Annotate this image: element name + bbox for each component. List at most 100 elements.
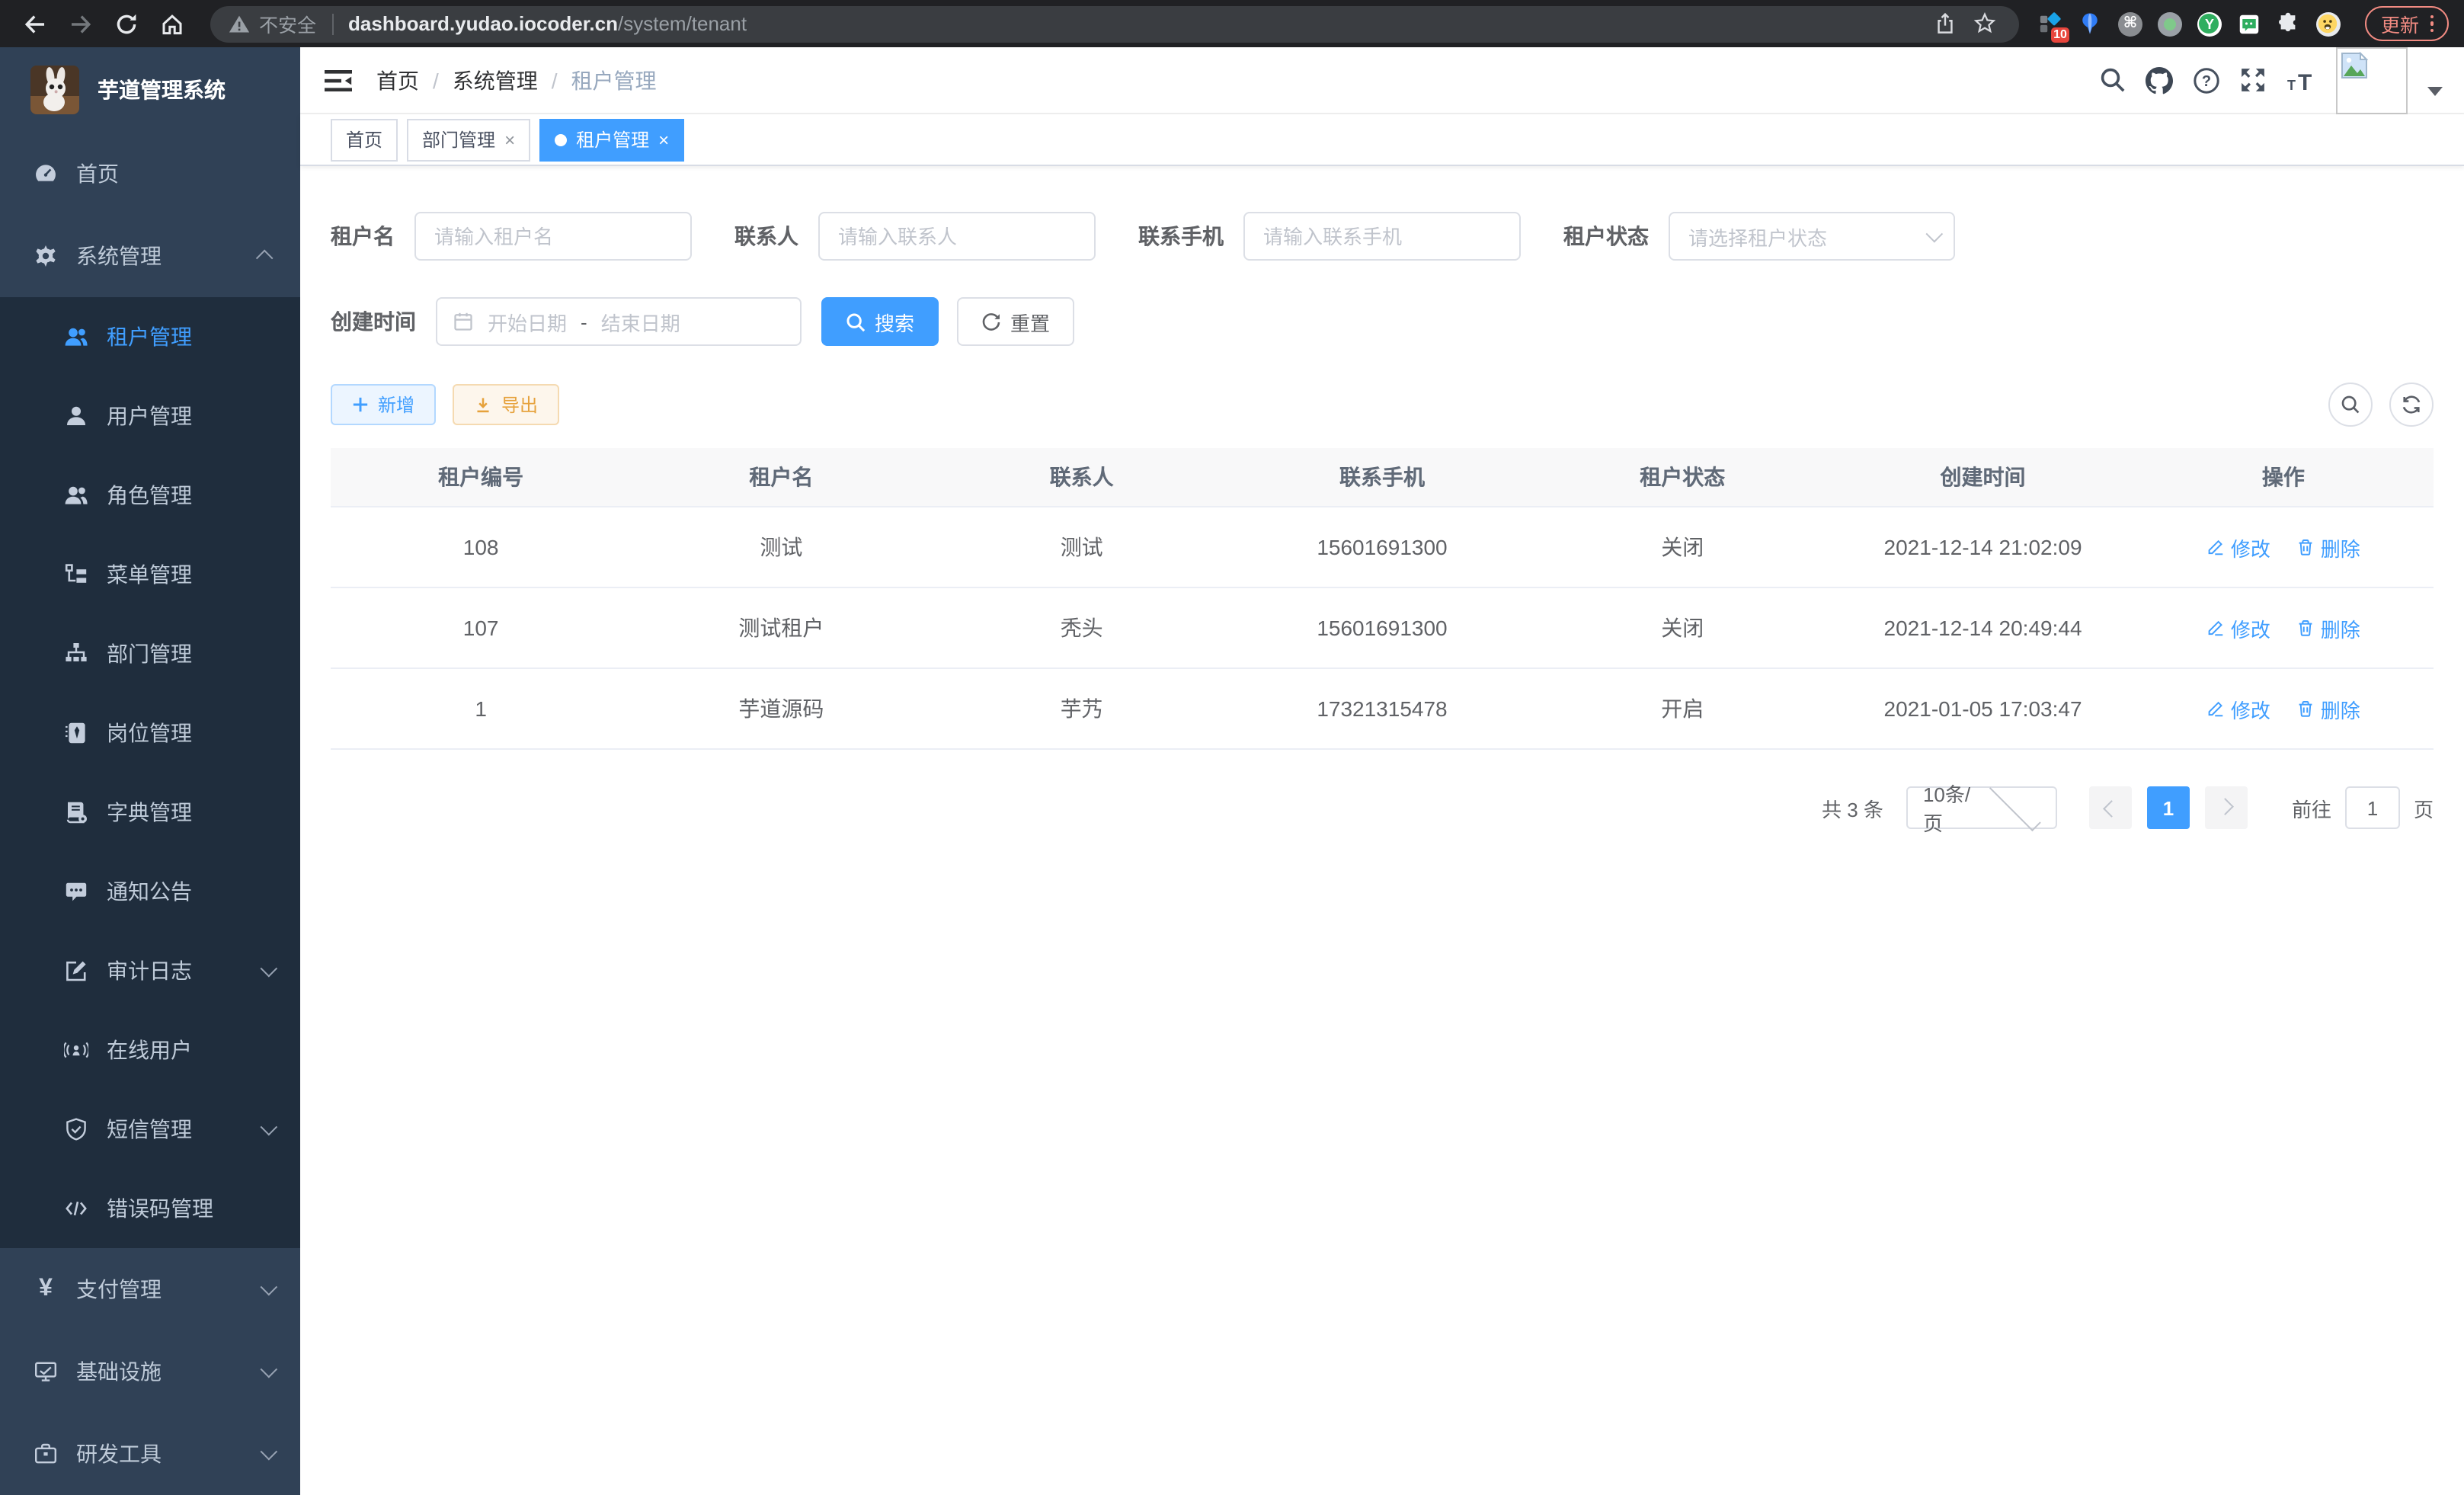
contact-mobile-input[interactable] — [1243, 212, 1521, 261]
search-icon[interactable] — [2100, 67, 2126, 93]
font-size-icon[interactable]: TT — [2286, 68, 2316, 92]
end-date-placeholder[interactable]: 结束日期 — [601, 307, 680, 336]
filter-row-2: 创建时间 开始日期 - 结束日期 搜索 — [331, 297, 2434, 346]
create-time-range-picker[interactable]: 开始日期 - 结束日期 — [436, 297, 802, 346]
sidebar-item-role[interactable]: 角色管理 — [0, 456, 300, 535]
breadcrumb-home[interactable]: 首页 — [376, 65, 419, 95]
sidebar-item-dev-tools[interactable]: 研发工具 — [0, 1413, 300, 1495]
table-row: 107 测试租户 秃头 15601691300 关闭 2021-12-14 20… — [331, 587, 2434, 668]
sidebar-item-notice[interactable]: 通知公告 — [0, 852, 300, 931]
monitor-icon — [34, 1359, 58, 1384]
extension-record-icon[interactable] — [2157, 11, 2183, 37]
tab-home[interactable]: 首页 — [331, 118, 398, 161]
col-mobile: 联系手机 — [1232, 448, 1532, 507]
avatar-broken-image[interactable] — [2336, 46, 2408, 114]
close-icon[interactable]: × — [504, 130, 515, 149]
reset-button[interactable]: 重置 — [957, 297, 1074, 346]
tenant-name-label: 租户名 — [331, 221, 395, 251]
sidebar-collapse-icon[interactable] — [325, 68, 352, 92]
extension-tabs-icon[interactable]: 10 — [2038, 11, 2064, 37]
fullscreen-icon[interactable] — [2240, 67, 2266, 93]
url-divider — [331, 13, 333, 34]
extensions-puzzle-icon[interactable] — [2276, 11, 2302, 37]
share-icon[interactable] — [1925, 4, 1965, 43]
sidebar-item-menu[interactable]: 菜单管理 — [0, 535, 300, 614]
current-page-button[interactable]: 1 — [2147, 786, 2190, 829]
sidebar-item-post[interactable]: 岗位管理 — [0, 693, 300, 773]
page-content: 租户名 联系人 联系手机 租户状态 请选择租户状态 — [300, 166, 2464, 1495]
browser-forward-icon[interactable] — [61, 4, 101, 43]
sidebar-item-dict[interactable]: 字典管理 — [0, 773, 300, 852]
breadcrumb-current: 租户管理 — [571, 65, 657, 95]
sidebar-item-home[interactable]: 首页 — [0, 133, 300, 215]
extension-command-icon[interactable]: ⌘ — [2117, 11, 2143, 37]
tenant-status-select[interactable]: 请选择租户状态 — [1669, 212, 1955, 261]
sidebar-logo[interactable]: 芋道管理系统 — [0, 47, 300, 133]
sidebar-item-error-code[interactable]: 错误码管理 — [0, 1169, 300, 1248]
page-size-select[interactable]: 10条/页 — [1906, 786, 2057, 829]
contact-name-input[interactable] — [818, 212, 1096, 261]
help-icon[interactable]: ? — [2193, 66, 2220, 94]
total-count: 共 3 条 — [1822, 793, 1883, 822]
chevron-down-icon — [261, 1279, 278, 1296]
browser-menu-icon[interactable] — [2430, 15, 2434, 33]
sidebar-item-system[interactable]: 系统管理 — [0, 215, 300, 297]
add-button[interactable]: 新增 — [331, 384, 436, 425]
github-icon[interactable] — [2146, 66, 2173, 94]
sidebar-item-dept[interactable]: 部门管理 — [0, 614, 300, 693]
sidebar-item-audit-log[interactable]: 审计日志 — [0, 931, 300, 1010]
chevron-down-icon — [261, 1119, 278, 1136]
extensions-row: 10 ⌘ Y — [2038, 11, 2341, 37]
extension-chat-icon[interactable] — [2236, 11, 2262, 37]
menu-tree-icon — [64, 562, 88, 587]
security-label[interactable]: 不安全 — [259, 9, 316, 38]
edit-link[interactable]: 修改 — [2206, 613, 2270, 642]
close-icon[interactable]: × — [658, 130, 669, 149]
export-button[interactable]: 导出 — [453, 384, 559, 425]
tenant-name-input[interactable] — [414, 212, 692, 261]
security-warning-icon[interactable] — [229, 13, 250, 34]
delete-link[interactable]: 删除 — [2296, 694, 2360, 723]
browser-home-icon[interactable] — [152, 4, 192, 43]
col-tenant-id: 租户编号 — [331, 448, 631, 507]
browser-back-icon[interactable] — [15, 4, 55, 43]
goto-page-input[interactable] — [2345, 786, 2400, 829]
sidebar-item-infrastructure[interactable]: 基础设施 — [0, 1330, 300, 1413]
delete-link[interactable]: 删除 — [2296, 613, 2360, 642]
url-bar[interactable]: 不安全 dashboard.yudao.iocoder.cn/system/te… — [210, 5, 2020, 42]
dict-book-icon — [64, 800, 88, 824]
edit-link[interactable]: 修改 — [2206, 694, 2270, 723]
avatar-dropdown-caret[interactable] — [2427, 86, 2443, 95]
delete-link[interactable]: 删除 — [2296, 533, 2360, 562]
extension-balloon-icon[interactable] — [2078, 11, 2104, 37]
url-host[interactable]: dashboard.yudao.iocoder.cn — [348, 12, 618, 35]
start-date-placeholder[interactable]: 开始日期 — [488, 307, 567, 336]
browser-reload-icon[interactable] — [107, 4, 146, 43]
profile-avatar-icon[interactable] — [2315, 11, 2341, 37]
tab-tenant[interactable]: 租户管理 × — [539, 118, 684, 161]
dashboard-icon — [34, 162, 58, 186]
toggle-search-button[interactable] — [2328, 383, 2373, 427]
bookmark-star-icon[interactable] — [1965, 4, 2005, 43]
col-status: 租户状态 — [1532, 448, 1832, 507]
extension-y-icon[interactable]: Y — [2197, 11, 2222, 37]
next-page-button[interactable] — [2205, 786, 2248, 829]
sidebar-item-online-user[interactable]: 在线用户 — [0, 1010, 300, 1090]
refresh-button[interactable] — [2389, 383, 2434, 427]
sidebar-item-user[interactable]: 用户管理 — [0, 376, 300, 456]
tab-dept[interactable]: 部门管理 × — [407, 118, 530, 161]
search-button[interactable]: 搜索 — [821, 297, 939, 346]
user-icon — [64, 404, 88, 428]
breadcrumb-section[interactable]: 系统管理 — [453, 65, 538, 95]
edit-link[interactable]: 修改 — [2206, 533, 2270, 562]
shield-check-icon — [64, 1117, 88, 1141]
sidebar-item-sms[interactable]: 短信管理 — [0, 1090, 300, 1169]
prev-page-button[interactable] — [2089, 786, 2132, 829]
gear-icon — [34, 244, 58, 268]
url-path[interactable]: /system/tenant — [618, 12, 747, 35]
screen: 不安全 dashboard.yudao.iocoder.cn/system/te… — [0, 0, 2464, 1495]
sidebar-item-tenant[interactable]: 租户管理 — [0, 297, 300, 376]
browser-update-button[interactable]: 更新 — [2366, 6, 2449, 41]
sidebar-item-payment[interactable]: ¥ 支付管理 — [0, 1248, 300, 1330]
active-dot — [555, 133, 567, 146]
